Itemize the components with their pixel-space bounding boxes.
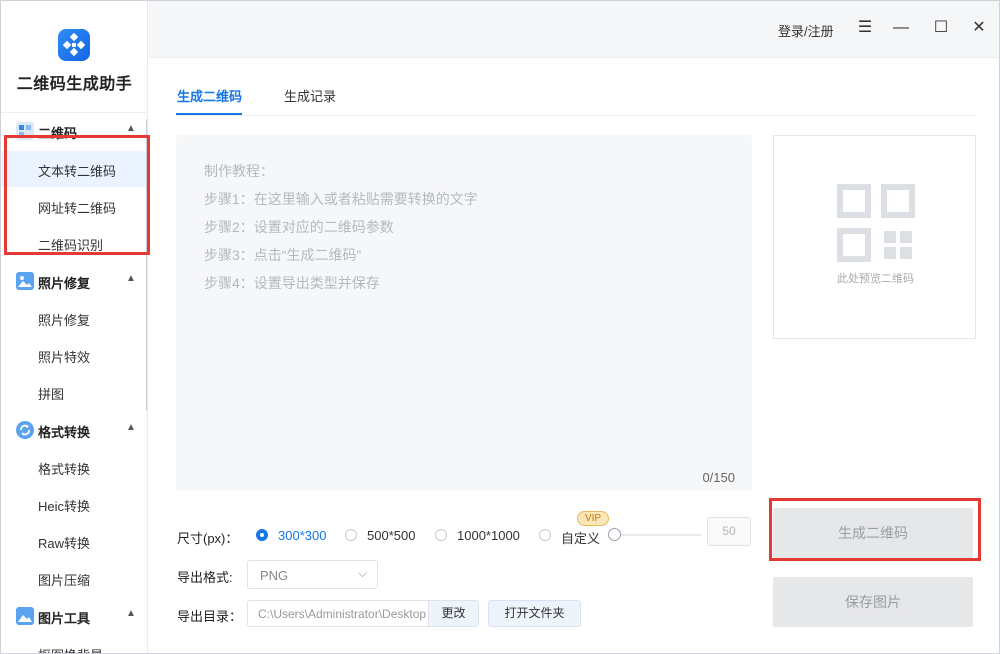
sidebar: 二维码生成助手 二维码 ▲ 文本转二维码 网址转二维码 二维码识别 照片修复 ▲… xyxy=(1,1,148,653)
size-radio-300[interactable] xyxy=(256,529,268,541)
highlight-box-qr-items xyxy=(4,135,150,255)
maximize-icon[interactable]: ☐ xyxy=(930,17,952,39)
size-radio-custom[interactable] xyxy=(539,529,551,541)
sidebar-item-image-compress[interactable]: 图片压缩 xyxy=(1,560,146,596)
dir-label: 导出目录： xyxy=(177,609,243,624)
chevron-up-icon[interactable]: ▲ xyxy=(126,608,136,619)
chevron-up-icon[interactable]: ▲ xyxy=(126,273,136,284)
custom-size-slider-track[interactable] xyxy=(619,534,701,536)
format-value: PNG xyxy=(260,568,289,583)
size-option-500[interactable]: 500*500 xyxy=(367,528,415,543)
tutorial-step-4: 步骤4：设置导出类型并保存 xyxy=(204,275,380,291)
size-option-custom[interactable]: 自定义 xyxy=(561,528,600,547)
chevron-down-icon: ⌵ xyxy=(357,566,367,580)
export-dir-field[interactable]: C:\Users\Administrator\Desktop 更改 xyxy=(247,600,479,627)
text-input-area[interactable]: 制作教程： 步骤1：在这里输入或者粘贴需要转换的文字 步骤2：设置对应的二维码参… xyxy=(176,135,752,491)
tab-generate-qr[interactable]: 生成二维码 xyxy=(177,86,242,105)
minimize-icon[interactable]: — xyxy=(890,17,912,39)
active-tab-indicator xyxy=(176,113,242,115)
size-radio-1000[interactable] xyxy=(435,529,447,541)
sidebar-item-heic-convert[interactable]: Heic转换 xyxy=(1,486,146,522)
change-dir-button[interactable]: 更改 xyxy=(428,601,478,626)
qr-placeholder-icon xyxy=(837,184,915,262)
app-header: 二维码生成助手 xyxy=(1,1,147,113)
chevron-up-icon[interactable]: ▲ xyxy=(126,123,136,134)
group-header-image-tools[interactable]: 图片工具 ▲ xyxy=(1,598,147,634)
photo-group-icon xyxy=(16,272,34,290)
custom-size-slider-handle[interactable] xyxy=(608,528,621,541)
group-header-format-convert[interactable]: 格式转换 ▲ xyxy=(1,412,147,448)
image-tools-icon xyxy=(16,607,34,625)
close-icon[interactable]: ✕ xyxy=(968,17,990,39)
size-option-1000[interactable]: 1000*1000 xyxy=(457,528,520,543)
sidebar-item-cutout[interactable]: 抠图换背景 xyxy=(1,635,146,653)
tutorial-step-2: 步骤2：设置对应的二维码参数 xyxy=(204,219,394,235)
group-header-photo-repair[interactable]: 照片修复 ▲ xyxy=(1,263,147,299)
tutorial-step-1: 步骤1：在这里输入或者粘贴需要转换的文字 xyxy=(204,191,478,207)
app-name: 二维码生成助手 xyxy=(16,76,133,93)
vip-badge: VIP xyxy=(577,511,609,526)
menu-icon[interactable]: ☰ xyxy=(854,17,876,39)
size-option-300[interactable]: 300*300 xyxy=(278,528,326,543)
preview-caption: 此处预览二维码 xyxy=(837,273,914,285)
format-select[interactable]: PNG ⌵ xyxy=(247,560,378,589)
sidebar-item-photo-effects[interactable]: 照片特效 xyxy=(1,337,146,373)
title-bar: 登录/注册 ☰ — ☐ ✕ xyxy=(149,1,999,58)
qr-preview-panel: 此处预览二维码 xyxy=(773,135,976,339)
tab-history[interactable]: 生成记录 xyxy=(284,86,336,105)
highlight-box-generate xyxy=(769,498,981,561)
tutorial-title: 制作教程： xyxy=(204,163,274,179)
group-title: 照片修复 xyxy=(38,276,91,291)
char-counter: 0/150 xyxy=(702,470,735,485)
open-folder-button[interactable]: 打开文件夹 xyxy=(488,600,581,627)
sidebar-item-raw-convert[interactable]: Raw转换 xyxy=(1,523,146,559)
sidebar-item-collage[interactable]: 拼图 xyxy=(1,374,146,410)
group-title: 格式转换 xyxy=(38,425,91,440)
export-dir-value: C:\Users\Administrator\Desktop xyxy=(258,607,427,621)
tutorial-step-3: 步骤3：点击“生成二维码” xyxy=(204,247,362,263)
sidebar-item-photo-repair[interactable]: 照片修复 xyxy=(1,300,146,336)
chevron-up-icon[interactable]: ▲ xyxy=(126,422,136,433)
tab-divider xyxy=(176,115,976,116)
login-link[interactable]: 登录/注册 xyxy=(778,21,834,40)
app-logo-icon xyxy=(58,29,90,61)
sidebar-item-format-convert[interactable]: 格式转换 xyxy=(1,449,146,485)
size-label: 尺寸(px)： xyxy=(177,531,239,546)
group-title: 图片工具 xyxy=(38,611,91,626)
size-radio-500[interactable] xyxy=(345,529,357,541)
app-window: 二维码生成助手 二维码 ▲ 文本转二维码 网址转二维码 二维码识别 照片修复 ▲… xyxy=(0,0,1000,654)
save-image-button[interactable]: 保存图片 xyxy=(773,577,973,627)
custom-size-input[interactable]: 50 xyxy=(707,517,751,546)
format-label: 导出格式: xyxy=(177,570,233,585)
convert-group-icon xyxy=(16,421,34,439)
